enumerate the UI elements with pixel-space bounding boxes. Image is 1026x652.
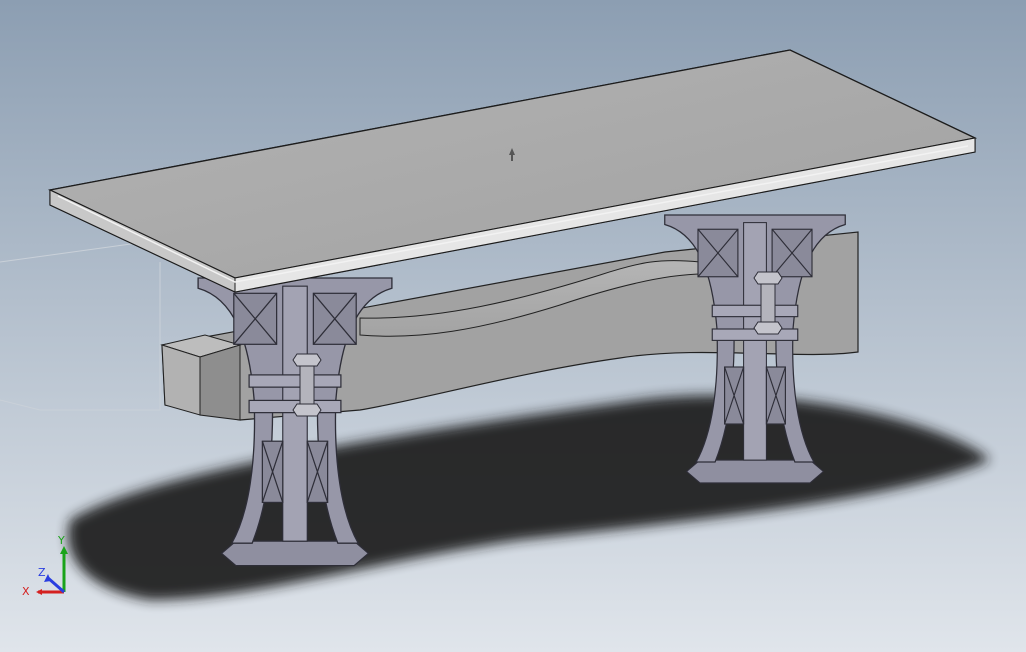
y-axis-label: Y [57, 534, 65, 547]
x-axis-label: X [22, 585, 30, 598]
model-scene[interactable]: Y Z X [0, 0, 1026, 652]
graphics-viewport[interactable]: Y Z X [0, 0, 1026, 652]
z-axis-label: Z [38, 566, 46, 579]
